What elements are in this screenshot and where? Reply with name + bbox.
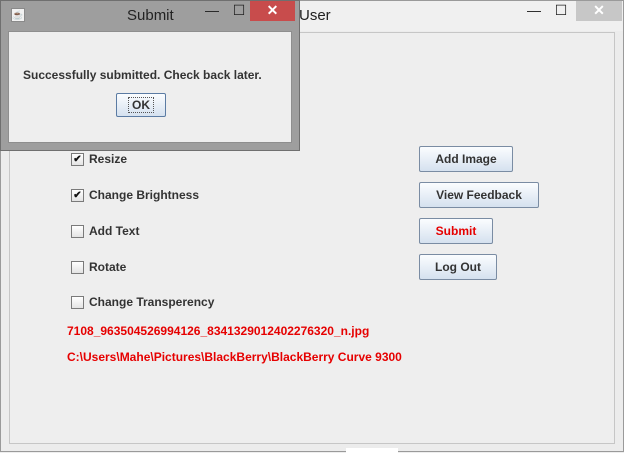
- dialog-titlebar[interactable]: ☕ Submit — ☐ ✕: [1, 1, 299, 31]
- ok-label: OK: [128, 97, 154, 113]
- rotate-label: Rotate: [89, 260, 127, 274]
- dialog-minimize-button[interactable]: —: [199, 1, 225, 21]
- change-brightness-checkbox-row[interactable]: ✔ Change Brightness: [71, 187, 199, 203]
- add-image-button[interactable]: Add Image: [419, 146, 513, 172]
- dialog-close-button[interactable]: ✕: [250, 1, 295, 21]
- file-name-text: 7108_963504526994126_8341329012402276320…: [67, 324, 370, 338]
- resize-checkbox[interactable]: ✔: [71, 152, 84, 166]
- change-brightness-label: Change Brightness: [89, 188, 200, 202]
- minimize-button[interactable]: —: [521, 1, 547, 21]
- resize-checkbox-row[interactable]: ✔ Resize: [71, 151, 127, 167]
- dialog-body: Successfully submitted. Check back later…: [8, 31, 292, 143]
- java-icon: ☕: [11, 8, 25, 22]
- rotate-checkbox[interactable]: [71, 260, 84, 274]
- ok-button[interactable]: OK: [116, 93, 166, 117]
- add-text-label: Add Text: [89, 224, 140, 238]
- view-feedback-button[interactable]: View Feedback: [419, 182, 539, 208]
- add-text-checkbox[interactable]: [71, 224, 84, 238]
- dialog-maximize-button[interactable]: ☐: [226, 1, 252, 21]
- close-button[interactable]: ✕: [576, 1, 622, 21]
- log-out-button[interactable]: Log Out: [419, 254, 497, 280]
- add-text-checkbox-row[interactable]: Add Text: [71, 223, 139, 239]
- resize-label: Resize: [89, 152, 128, 166]
- change-transperency-checkbox-row[interactable]: Change Transperency: [71, 294, 214, 310]
- change-transperency-checkbox[interactable]: [71, 295, 84, 309]
- dialog-message: Successfully submitted. Check back later…: [23, 68, 262, 82]
- change-transperency-label: Change Transperency: [89, 295, 215, 309]
- file-path-text: C:\Users\Mahe\Pictures\BlackBerry\BlackB…: [67, 350, 402, 364]
- bottom-strip: [346, 448, 398, 453]
- change-brightness-checkbox[interactable]: ✔: [71, 188, 84, 202]
- submit-dialog: ☕ Submit — ☐ ✕ Successfully submitted. C…: [0, 0, 300, 151]
- main-window-title: User: [299, 7, 331, 24]
- rotate-checkbox-row[interactable]: Rotate: [71, 259, 126, 275]
- dialog-title: Submit: [127, 7, 174, 24]
- maximize-button[interactable]: ☐: [548, 1, 574, 21]
- submit-button[interactable]: Submit: [419, 218, 493, 244]
